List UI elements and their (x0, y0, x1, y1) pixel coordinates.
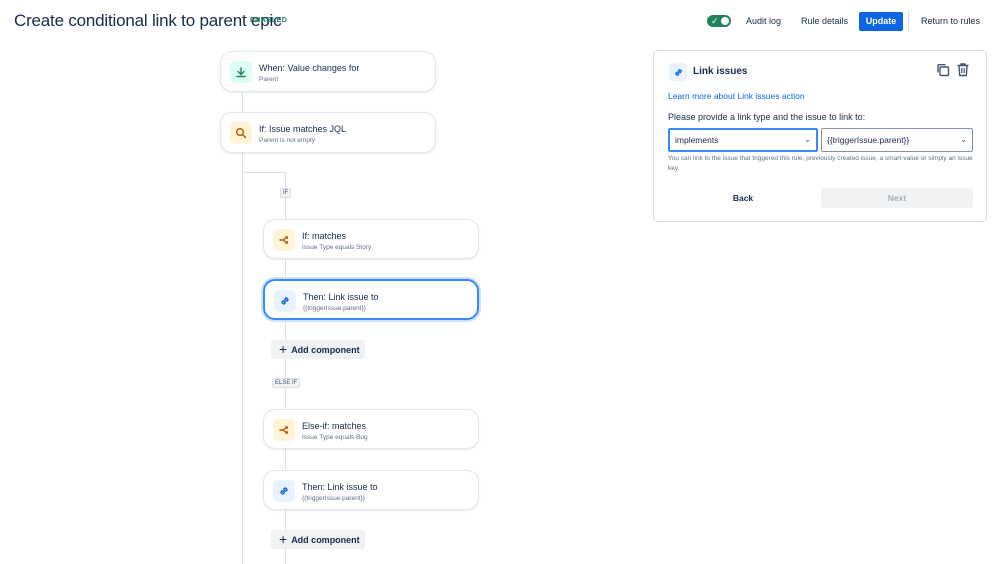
header-divider (908, 11, 909, 31)
else-if-action-title: Then: Link issue to (302, 482, 378, 492)
condition-card[interactable]: If: Issue matches JQL Parent is not empt… (220, 112, 436, 153)
return-to-rules-button[interactable]: Return to rules (921, 12, 980, 31)
link-type-select[interactable]: implements ⌄ (668, 128, 818, 152)
add-component-button[interactable]: + Add component (271, 340, 365, 359)
add-component-label: Add component (291, 534, 360, 545)
connector-line (242, 92, 243, 112)
if-branch-label: IF (280, 188, 292, 198)
plus-icon: + (279, 341, 288, 357)
help-text: You can link to the issue that triggered… (668, 155, 973, 172)
link-type-value: implements (675, 135, 719, 145)
if-action-subtitle: {{triggerIssue.parent}} (303, 305, 366, 312)
condition-title: If: Issue matches JQL (259, 124, 347, 134)
link-icon (274, 290, 296, 312)
else-if-condition-card[interactable]: Else-if: matches Issue Type equals Bug (263, 409, 479, 449)
download-arrow-icon (230, 61, 252, 83)
connector-line (242, 172, 286, 173)
status-badge: ENABLED (250, 17, 288, 24)
link-icon (273, 480, 295, 502)
rule-details-button[interactable]: Rule details (801, 12, 848, 31)
back-button[interactable]: Back (668, 188, 818, 208)
else-if-action-subtitle: {{triggerIssue.parent}} (302, 495, 365, 502)
trigger-card[interactable]: When: Value changes for Parent (220, 51, 436, 92)
link-icon (669, 63, 687, 81)
chevron-down-icon: ⌄ (960, 135, 967, 144)
update-button[interactable]: Update (859, 12, 903, 31)
link-issues-panel: Link issues Learn more about Link issues… (653, 50, 987, 222)
plus-icon: + (279, 531, 288, 547)
issue-value: {{triggerIssue.parent}} (827, 135, 910, 145)
else-if-branch-label: ELSE IF (272, 378, 301, 388)
check-icon: ✓ (711, 16, 719, 26)
trash-icon[interactable] (956, 62, 970, 82)
rule-enabled-toggle[interactable]: ✓ (707, 15, 731, 27)
toggle-knob (721, 17, 729, 25)
if-action-title: Then: Link issue to (303, 292, 379, 302)
connector-line (242, 152, 243, 564)
trigger-subtitle: Parent (259, 76, 279, 83)
condition-subtitle: Parent is not empty (259, 137, 315, 144)
copy-icon[interactable] (936, 63, 950, 82)
panel-prompt: Please provide a link type and the issue… (668, 112, 866, 122)
panel-title: Link issues (693, 66, 748, 77)
issue-select[interactable]: {{triggerIssue.parent}} ⌄ (821, 128, 973, 152)
page-title: Create conditional link to parent epic (14, 11, 282, 30)
add-component-button[interactable]: + Add component (271, 530, 365, 549)
branch-icon (273, 419, 295, 441)
branch-icon (273, 229, 295, 251)
else-if-condition-subtitle: Issue Type equals Bug (302, 434, 368, 441)
trigger-title: When: Value changes for (259, 63, 360, 73)
else-if-action-card[interactable]: Then: Link issue to {{triggerIssue.paren… (263, 470, 479, 510)
if-condition-subtitle: Issue Type equals Story (302, 244, 372, 251)
learn-more-link[interactable]: Learn more about Link issues action (668, 91, 805, 101)
else-if-condition-title: Else-if: matches (302, 421, 367, 431)
next-button[interactable]: Next (821, 188, 973, 208)
add-component-label: Add component (291, 344, 360, 355)
if-condition-card[interactable]: If: matches Issue Type equals Story (263, 219, 479, 259)
if-action-card[interactable]: Then: Link issue to {{triggerIssue.paren… (263, 279, 479, 320)
automation-rule-editor: Create conditional link to parent epic E… (0, 0, 999, 564)
search-icon (230, 122, 252, 144)
chevron-down-icon: ⌄ (804, 135, 811, 144)
audit-log-button[interactable]: Audit log (746, 12, 781, 31)
if-condition-title: If: matches (302, 231, 347, 241)
